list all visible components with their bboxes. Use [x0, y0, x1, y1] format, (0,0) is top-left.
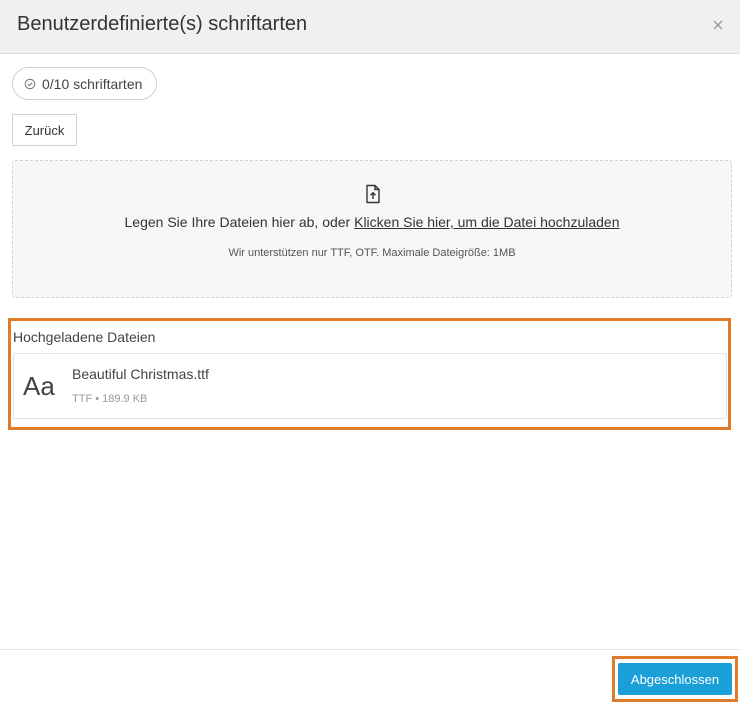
uploaded-file-item[interactable]: Aa Beautiful Christmas.ttf TTF • 189.9 K…: [13, 353, 727, 419]
uploaded-files-section: Hochgeladene Dateien Aa Beautiful Christ…: [8, 318, 731, 430]
uploaded-files-title: Hochgeladene Dateien: [13, 329, 156, 345]
footer-divider: [0, 649, 740, 650]
dropzone-hint: Wir unterstützen nur TTF, OTF. Maximale …: [228, 247, 516, 259]
file-upload-icon: [364, 184, 382, 204]
file-meta: TTF • 189.9 KB: [72, 393, 148, 405]
close-icon[interactable]: [708, 15, 728, 35]
dialog-title: Benutzerdefinierte(s) schriftarten: [17, 13, 308, 35]
file-dropzone[interactable]: Legen Sie Ihre Dateien hier ab, oder Kli…: [12, 160, 732, 298]
upload-link[interactable]: Klicken Sie hier, um die Datei hochzulad…: [354, 214, 619, 230]
dropzone-text: Legen Sie Ihre Dateien hier ab, oder Kli…: [13, 214, 731, 230]
font-count-badge: 0/10 schriftarten: [12, 67, 157, 100]
font-preview: Aa: [23, 371, 55, 401]
dialog-header: Benutzerdefinierte(s) schriftarten: [0, 0, 740, 54]
done-button[interactable]: Abgeschlossen: [618, 663, 732, 695]
custom-fonts-dialog: Benutzerdefinierte(s) schriftarten 0/10 …: [0, 0, 740, 704]
file-name: Beautiful Christmas.ttf: [72, 366, 209, 382]
check-circle-icon: [24, 78, 36, 90]
dropzone-prefix: Legen Sie Ihre Dateien hier ab, oder: [124, 214, 355, 230]
back-button[interactable]: Zurück: [12, 114, 77, 146]
done-button-highlight: Abgeschlossen: [612, 656, 738, 702]
font-count-label: 0/10 schriftarten: [42, 75, 143, 92]
